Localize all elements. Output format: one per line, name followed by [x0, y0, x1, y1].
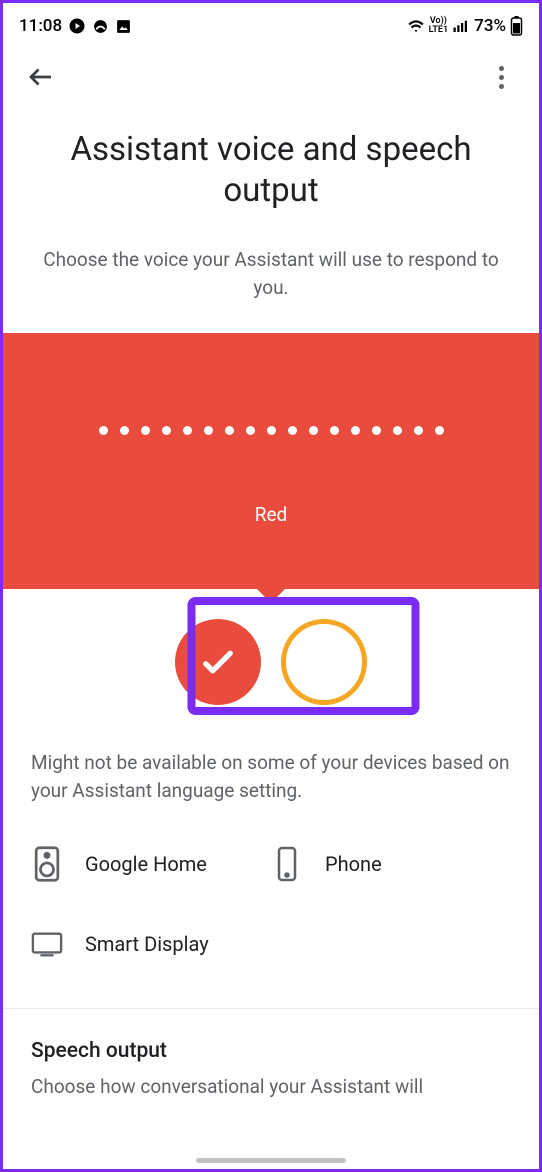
annotation-highlight [187, 597, 419, 715]
speaker-icon [31, 844, 63, 884]
play-circle-icon [68, 17, 86, 35]
voice-waveform [99, 426, 444, 435]
device-phone: Phone [271, 844, 511, 884]
back-button[interactable] [21, 57, 61, 97]
speech-output-subtitle: Choose how conversational your Assistant… [3, 1069, 539, 1104]
device-label: Smart Display [85, 932, 209, 956]
battery-icon [510, 16, 523, 36]
voice-preview-panel[interactable]: Red [3, 333, 539, 589]
app-bar [3, 45, 539, 105]
voice-swatch-row [3, 589, 539, 705]
device-label: Google Home [85, 852, 207, 876]
home-indicator[interactable] [196, 1158, 346, 1163]
page-title: Assistant voice and speech output [3, 105, 539, 222]
signal-icon [452, 17, 470, 35]
more-options-button[interactable] [481, 57, 521, 97]
device-label: Phone [325, 852, 382, 876]
phone-icon [271, 844, 303, 884]
device-list: Google Home Phone Smart Display [3, 816, 539, 974]
device-google-home: Google Home [31, 844, 271, 884]
availability-note: Might not be available on some of your d… [3, 705, 539, 816]
page-subtitle: Choose the voice your Assistant will use… [3, 222, 539, 333]
app-icon [92, 18, 109, 35]
device-smart-display: Smart Display [31, 924, 271, 964]
status-bar: 11:08 Vo)) LTE1 73% [3, 3, 539, 45]
network-label: Vo)) LTE1 [429, 17, 449, 35]
image-icon [115, 18, 132, 35]
wifi-icon [407, 17, 425, 35]
display-icon [31, 924, 63, 964]
status-time: 11:08 [19, 16, 62, 36]
battery-percent: 73% [474, 16, 506, 36]
selected-voice-label: Red [255, 503, 288, 526]
speech-output-title[interactable]: Speech output [3, 1009, 539, 1069]
